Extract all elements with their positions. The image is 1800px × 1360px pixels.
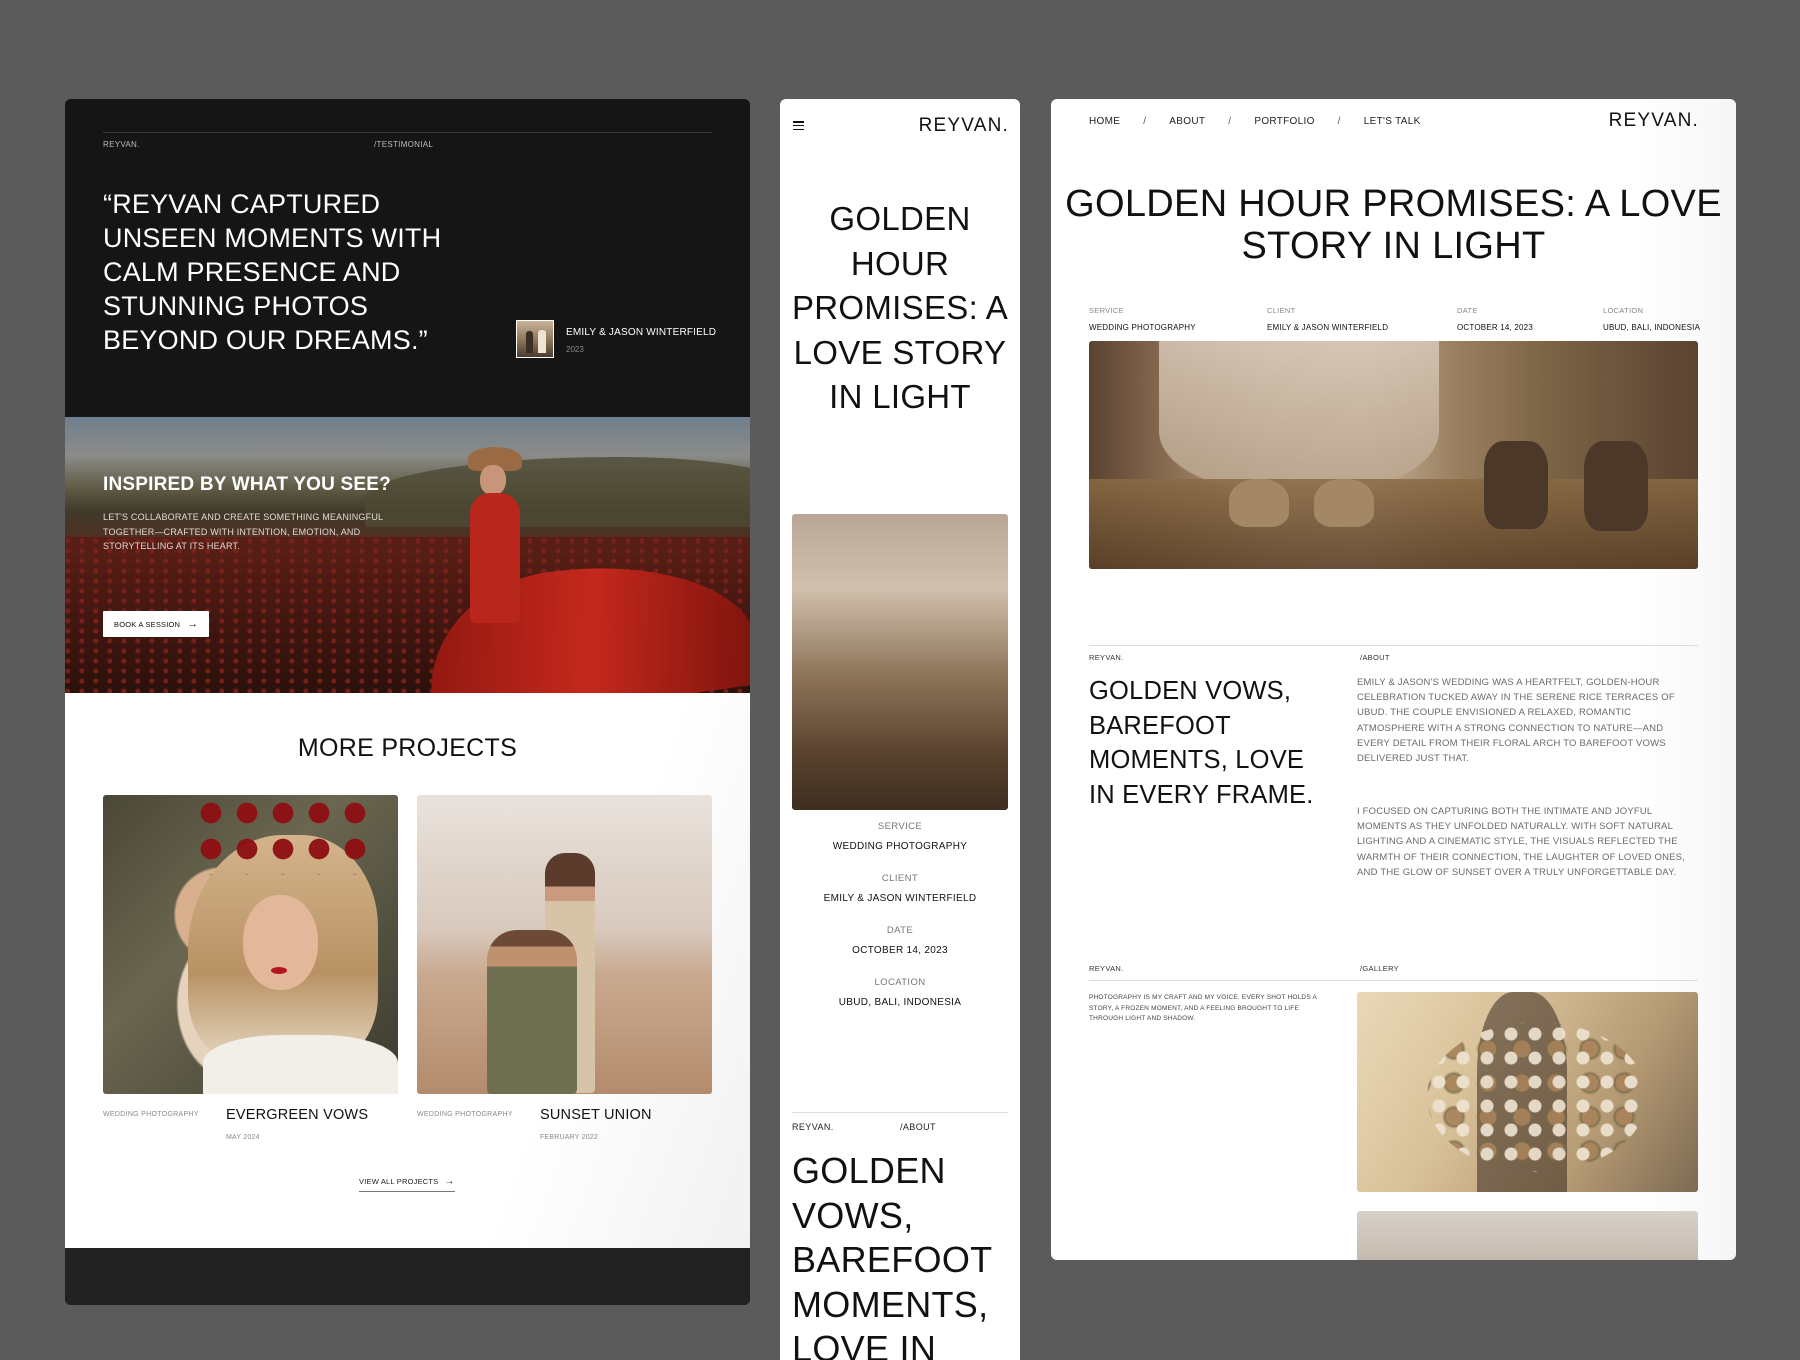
meta-label: DATE: [1457, 306, 1478, 315]
meta-label: SERVICE: [877, 821, 923, 832]
mobile-project-panel: REYVAN. GOLDEN HOUR PROMISES: A LOVE STO…: [780, 99, 1020, 1360]
divider: [1089, 980, 1698, 981]
meta-location: LOCATION UBUD, BALI, INDONESIA: [1603, 306, 1700, 332]
footer: [65, 1248, 750, 1305]
meta-value: UBUD, BALI, INDONESIA: [1603, 323, 1701, 332]
meta-value: EMILY & JASON WINTERFIELD: [1267, 323, 1389, 332]
view-all-label: VIEW ALL PROJECTS: [359, 1177, 439, 1186]
testimonial-page-panel: REYVAN. /TESTIMONIAL “REYVAN CAPTURED UN…: [65, 99, 750, 1305]
cta-title: INSPIRED BY WHAT YOU SEE?: [103, 474, 391, 495]
meta-value: OCTOBER 14, 2023: [1457, 323, 1533, 332]
meta-label: SERVICE: [1089, 306, 1124, 315]
nav-about[interactable]: ABOUT: [1169, 116, 1205, 127]
book-session-button[interactable]: BOOK A SESSION →: [103, 611, 210, 637]
project-title: GOLDEN HOUR PROMISES: A LOVE STORY IN LI…: [791, 200, 1009, 415]
logo[interactable]: REYVAN.: [919, 115, 1009, 137]
meta-client: CLIENT EMILY & JASON WINTERFIELD: [780, 873, 1020, 904]
brand-label: REYVAN.: [792, 1122, 834, 1132]
more-projects-title: MORE PROJECTS: [297, 734, 518, 762]
about-title: GOLDEN VOWS, BAREFOOT MOMENTS, LOVE IN E…: [1089, 677, 1314, 809]
cta-hero-image: INSPIRED BY WHAT YOU SEE? LET'S COLLABOR…: [65, 417, 750, 693]
arrow-right-icon: →: [444, 1176, 455, 1187]
main-nav: HOME / ABOUT / PORTFOLIO / LET'S TALK: [1089, 116, 1421, 127]
meta-label: CLIENT: [881, 873, 919, 884]
testimonial-section: REYVAN. /TESTIMONIAL “REYVAN CAPTURED UN…: [65, 99, 750, 417]
gallery-label: /GALLERY: [1360, 964, 1399, 973]
meta-date: DATE OCTOBER 14, 2023: [780, 925, 1020, 956]
project-title: GOLDEN HOUR PROMISES: A LOVE STORY IN LI…: [1065, 183, 1722, 267]
meta-value: EMILY & JASON WINTERFIELD: [823, 893, 977, 904]
arrow-right-icon: →: [187, 618, 199, 630]
hamburger-menu-icon[interactable]: [793, 121, 804, 130]
meta-value: WEDDING PHOTOGRAPHY: [1089, 323, 1196, 332]
brand-label: REYVAN.: [103, 140, 140, 149]
client-avatar: [516, 320, 554, 358]
client-year: 2023: [566, 345, 584, 354]
brand-label: REYVAN.: [1089, 964, 1124, 973]
meta-location: LOCATION UBUD, BALI, INDONESIA: [780, 977, 1020, 1008]
meta-label: DATE: [886, 925, 914, 936]
project-category: WEDDING PHOTOGRAPHY: [417, 1111, 513, 1118]
about-paragraph-2: I FOCUSED ON CAPTURING BOTH THE INTIMATE…: [1357, 806, 1686, 878]
meta-label: LOCATION: [1603, 306, 1644, 315]
project-date: FEBRUARY 2022: [540, 1134, 598, 1141]
nav-home[interactable]: HOME: [1089, 116, 1120, 127]
about-title: GOLDEN VOWS, BAREFOOT MOMENTS, LOVE IN: [792, 1150, 992, 1360]
meta-date: DATE OCTOBER 14, 2023: [1457, 306, 1533, 332]
meta-value: WEDDING PHOTOGRAPHY: [832, 841, 968, 852]
nav-lets-talk[interactable]: LET'S TALK: [1364, 116, 1421, 127]
project-hero-image: [1089, 341, 1698, 569]
meta-service: SERVICE WEDDING PHOTOGRAPHY: [780, 821, 1020, 852]
project-name[interactable]: EVERGREEN VOWS: [226, 1107, 368, 1123]
nav-separator: /: [1143, 116, 1147, 127]
testimonial-quote: “REYVAN CAPTURED UNSEEN MOMENTS WITH CAL…: [103, 189, 442, 355]
divider: [103, 132, 712, 133]
project-name[interactable]: SUNSET UNION: [540, 1107, 652, 1123]
desktop-project-panel: HOME / ABOUT / PORTFOLIO / LET'S TALK RE…: [1051, 99, 1736, 1260]
more-projects-section: MORE PROJECTS WEDDING PHOTOGRAPHY EVERGR…: [65, 693, 750, 1248]
gallery-image-next[interactable]: [1357, 1211, 1698, 1260]
view-all-projects-link[interactable]: VIEW ALL PROJECTS →: [359, 1176, 455, 1192]
about-paragraph-1: EMILY & JASON'S WEDDING WAS A HEARTFELT,…: [1357, 677, 1675, 765]
project-photo: [792, 514, 1008, 810]
meta-client: CLIENT EMILY & JASON WINTERFIELD: [1267, 306, 1388, 332]
section-label: /TESTIMONIAL: [374, 140, 434, 149]
gallery-image-bouquet[interactable]: [1357, 992, 1698, 1192]
nav-separator: /: [1228, 116, 1232, 127]
book-session-label: BOOK A SESSION: [114, 619, 181, 629]
nav-portfolio[interactable]: PORTFOLIO: [1254, 116, 1314, 127]
client-name: EMILY & JASON WINTERFIELD: [566, 327, 717, 338]
gallery-text: PHOTOGRAPHY IS MY CRAFT AND MY VOICE. EV…: [1089, 994, 1317, 1022]
nav-separator: /: [1337, 116, 1341, 127]
project-category: WEDDING PHOTOGRAPHY: [103, 1111, 199, 1118]
project-date: MAY 2024: [226, 1134, 260, 1141]
cta-text: LET'S COLLABORATE AND CREATE SOMETHING M…: [103, 512, 383, 551]
about-label: /ABOUT: [900, 1122, 936, 1132]
divider: [1089, 645, 1698, 646]
project-image-evergreen-vows[interactable]: [103, 795, 398, 1094]
brand-label: REYVAN.: [1089, 653, 1124, 662]
logo[interactable]: REYVAN.: [1609, 110, 1699, 132]
divider: [792, 1112, 1008, 1113]
project-image-sunset-union[interactable]: [417, 795, 712, 1094]
meta-value: UBUD, BALI, INDONESIA: [838, 997, 962, 1008]
about-label: /ABOUT: [1360, 653, 1390, 662]
meta-label: CLIENT: [1267, 306, 1296, 315]
meta-service: SERVICE WEDDING PHOTOGRAPHY: [1089, 306, 1196, 332]
meta-value: OCTOBER 14, 2023: [852, 945, 948, 956]
meta-label: LOCATION: [874, 977, 926, 988]
